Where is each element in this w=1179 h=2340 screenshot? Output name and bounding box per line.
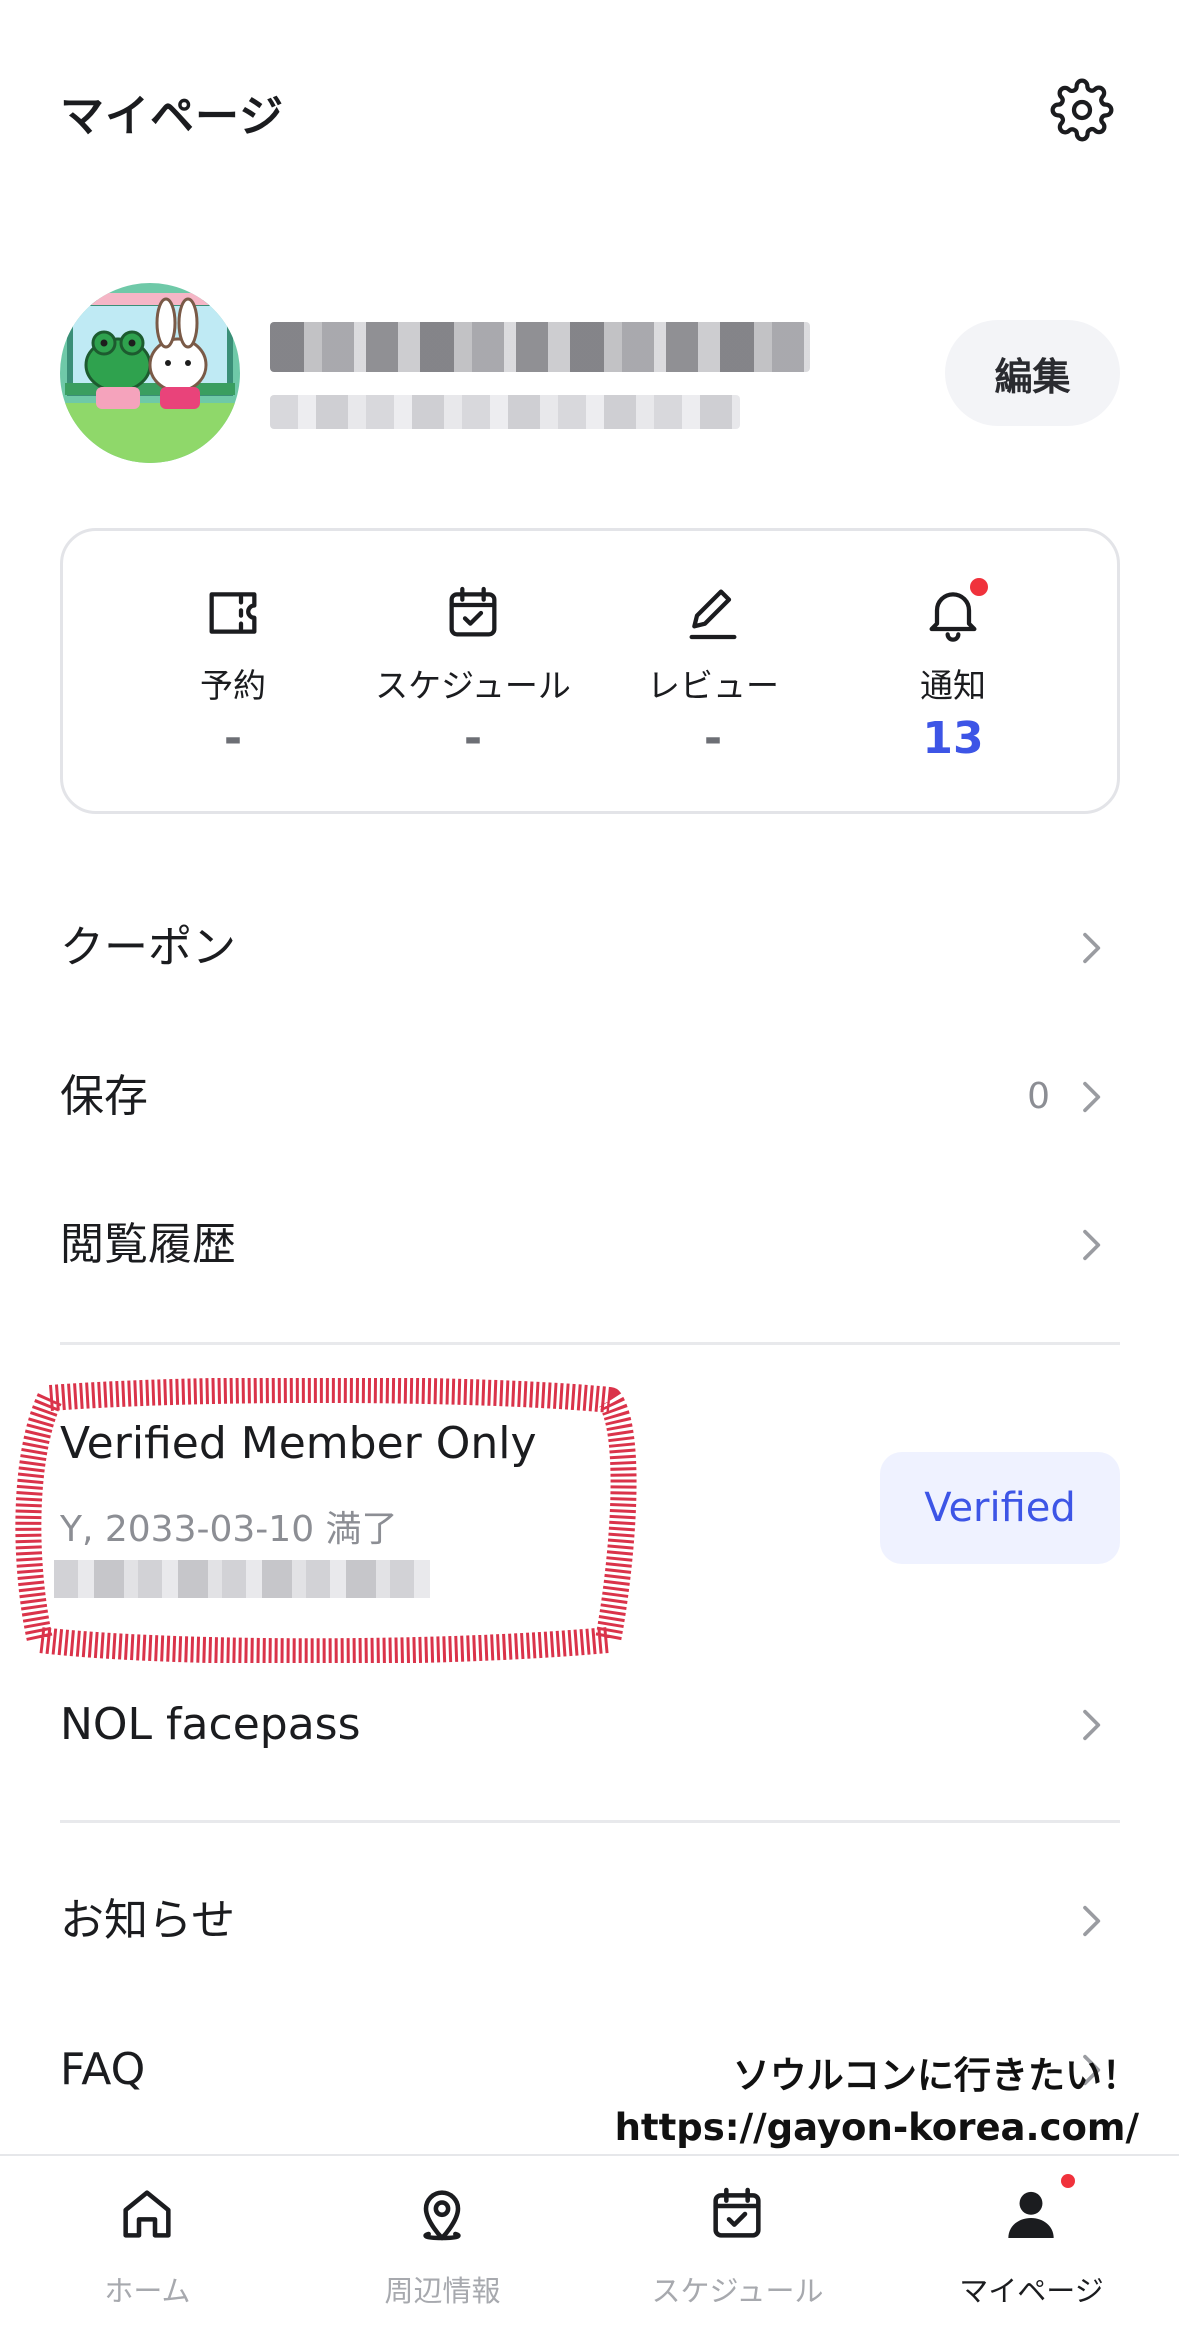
tab-nearby[interactable]: 周辺情報 <box>295 2156 590 2340</box>
home-icon <box>123 2190 171 2238</box>
chevron-right-icon <box>1083 1229 1101 1261</box>
menu-saved[interactable]: 保存 0 <box>60 1042 1120 1152</box>
profile-name-redacted <box>270 322 810 372</box>
gear-icon[interactable] <box>1050 78 1114 142</box>
calendar-check-icon <box>713 2187 761 2238</box>
tab-label: マイページ <box>959 2274 1104 2308</box>
notification-badge <box>970 578 988 596</box>
divider <box>60 1820 1120 1823</box>
menu-notice[interactable]: お知らせ <box>60 1866 1120 1976</box>
tab-label: ホーム <box>104 2274 191 2308</box>
watermark-url: https://gayon-korea.com/ <box>614 2106 1139 2149</box>
stat-label: 予約 <box>200 666 266 705</box>
chevron-right-icon <box>1083 932 1101 964</box>
menu-label: NOL facepass <box>60 1699 361 1750</box>
user-icon <box>1008 2191 1054 2238</box>
chevron-right-icon <box>1083 1709 1101 1741</box>
tab-home[interactable]: ホーム <box>0 2156 295 2340</box>
watermark: ソウルコンに行きたい！ https://gayon-korea.com/ <box>615 2050 1139 2154</box>
stat-label: スケジュール <box>375 666 571 705</box>
verified-button[interactable]: Verified <box>880 1452 1120 1564</box>
tab-label: スケジュール <box>651 2274 824 2308</box>
tab-schedule[interactable]: スケジュール <box>590 2156 885 2340</box>
map-pin-icon <box>423 2190 461 2241</box>
stat-value: - <box>223 713 243 764</box>
divider <box>60 1342 1120 1345</box>
avatar[interactable] <box>60 283 240 463</box>
stat-reviews[interactable]: レビュー - <box>593 531 833 817</box>
edit-profile-button[interactable]: 編集 <box>945 320 1120 426</box>
stat-value: - <box>703 713 723 764</box>
menu-facepass[interactable]: NOL facepass <box>60 1670 1120 1780</box>
watermark-line: ソウルコンに行きたい！ <box>732 2054 1139 2097</box>
stat-value: 13 <box>922 713 984 764</box>
menu-label: 閲覧履歴 <box>60 1219 236 1270</box>
menu-history[interactable]: 閲覧履歴 <box>60 1190 1120 1300</box>
saved-count: 0 <box>1027 1076 1050 1117</box>
annotation-circle <box>15 1378 637 1663</box>
ticket-icon <box>209 592 257 634</box>
chevron-right-icon <box>1083 1081 1101 1113</box>
calendar-check-icon <box>449 586 497 637</box>
menu-coupon[interactable]: クーポン <box>60 893 1120 1003</box>
menu-label: お知らせ <box>60 1895 236 1946</box>
activity-summary-card: 予約 - スケジュール - レビュー - 通知 13 <box>60 528 1120 814</box>
stat-label: レビュー <box>647 666 779 705</box>
stat-reservations[interactable]: 予約 - <box>113 531 353 817</box>
page-title: マイページ <box>60 91 285 142</box>
stat-value: - <box>463 713 483 764</box>
menu-label: 保存 <box>60 1071 148 1122</box>
menu-label: FAQ <box>60 2044 146 2095</box>
stat-schedule[interactable]: スケジュール - <box>353 531 593 817</box>
notification-badge <box>1061 2174 1075 2188</box>
bottom-tab-bar: ホーム 周辺情報 スケジュール マイページ <box>0 2154 1179 2340</box>
stat-notifications[interactable]: 通知 13 <box>833 531 1073 817</box>
tab-mypage[interactable]: マイページ <box>884 2156 1179 2340</box>
pencil-icon <box>689 589 737 640</box>
menu-label: クーポン <box>60 922 236 973</box>
profile-email-redacted <box>270 395 740 429</box>
tab-label: 周辺情報 <box>384 2274 501 2308</box>
header: マイページ <box>0 0 1179 220</box>
stat-label: 通知 <box>920 666 986 705</box>
profile-section: 編集 <box>60 280 1120 466</box>
chevron-right-icon <box>1083 1905 1101 1937</box>
